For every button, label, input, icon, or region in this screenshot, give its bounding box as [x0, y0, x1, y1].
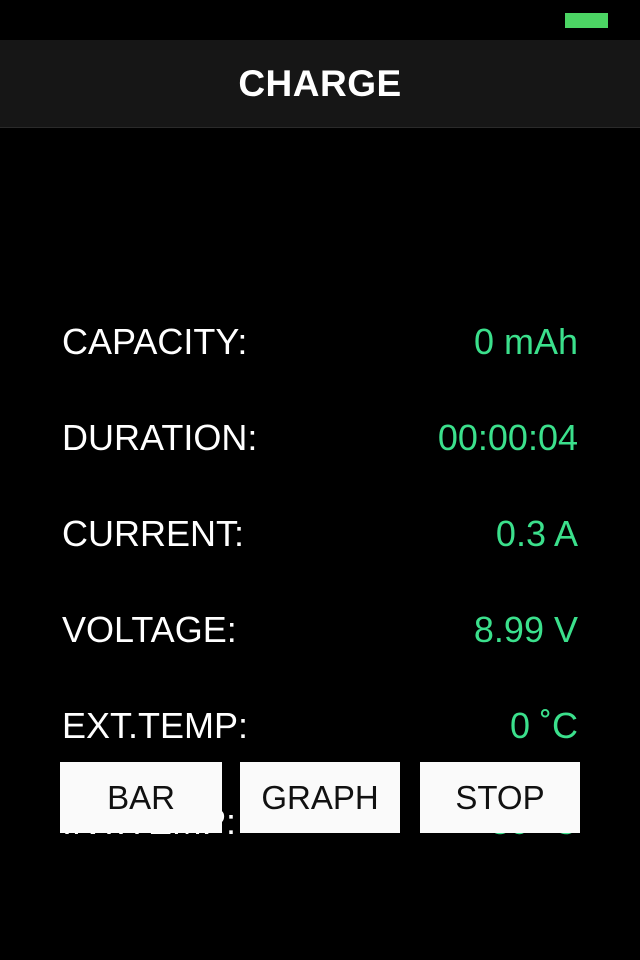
action-button-row: BAR GRAPH STOP [0, 762, 640, 833]
graph-button[interactable]: GRAPH [240, 762, 400, 833]
readout-value-current: 0.3 A [495, 513, 578, 554]
charge-screen: CHARGE CAPACITY: 0 mAh DURATION: 00:00:0… [0, 0, 640, 960]
readout-row-duration: DURATION: 00:00:04 [62, 416, 578, 460]
readout-label-capacity: CAPACITY: [62, 321, 248, 362]
readout-value-duration: 00:00:04 [437, 417, 578, 458]
readout-row-current: CURRENT: 0.3 A [62, 512, 578, 556]
readout-row-ext-temp: EXT.TEMP: 0 ˚C [62, 704, 578, 748]
readout-label-ext-temp: EXT.TEMP: [62, 705, 249, 746]
readouts-list: CAPACITY: 0 mAh DURATION: 00:00:04 CURRE… [0, 129, 640, 842]
readout-value-ext-temp: 0 ˚C [509, 705, 578, 746]
readout-row-capacity: CAPACITY: 0 mAh [62, 320, 578, 364]
title-bar: CHARGE [0, 40, 640, 128]
bar-button[interactable]: BAR [60, 762, 222, 833]
readout-label-voltage: VOLTAGE: [62, 609, 237, 650]
page-title: CHARGE [238, 63, 402, 104]
readout-value-voltage: 8.99 V [473, 609, 578, 650]
battery-indicator-icon [565, 13, 608, 28]
stop-button[interactable]: STOP [420, 762, 580, 833]
readout-label-duration: DURATION: [62, 417, 258, 458]
status-bar [0, 0, 640, 40]
readout-row-voltage: VOLTAGE: 8.99 V [62, 608, 578, 652]
readout-label-current: CURRENT: [62, 513, 245, 554]
readout-value-capacity: 0 mAh [473, 321, 578, 362]
